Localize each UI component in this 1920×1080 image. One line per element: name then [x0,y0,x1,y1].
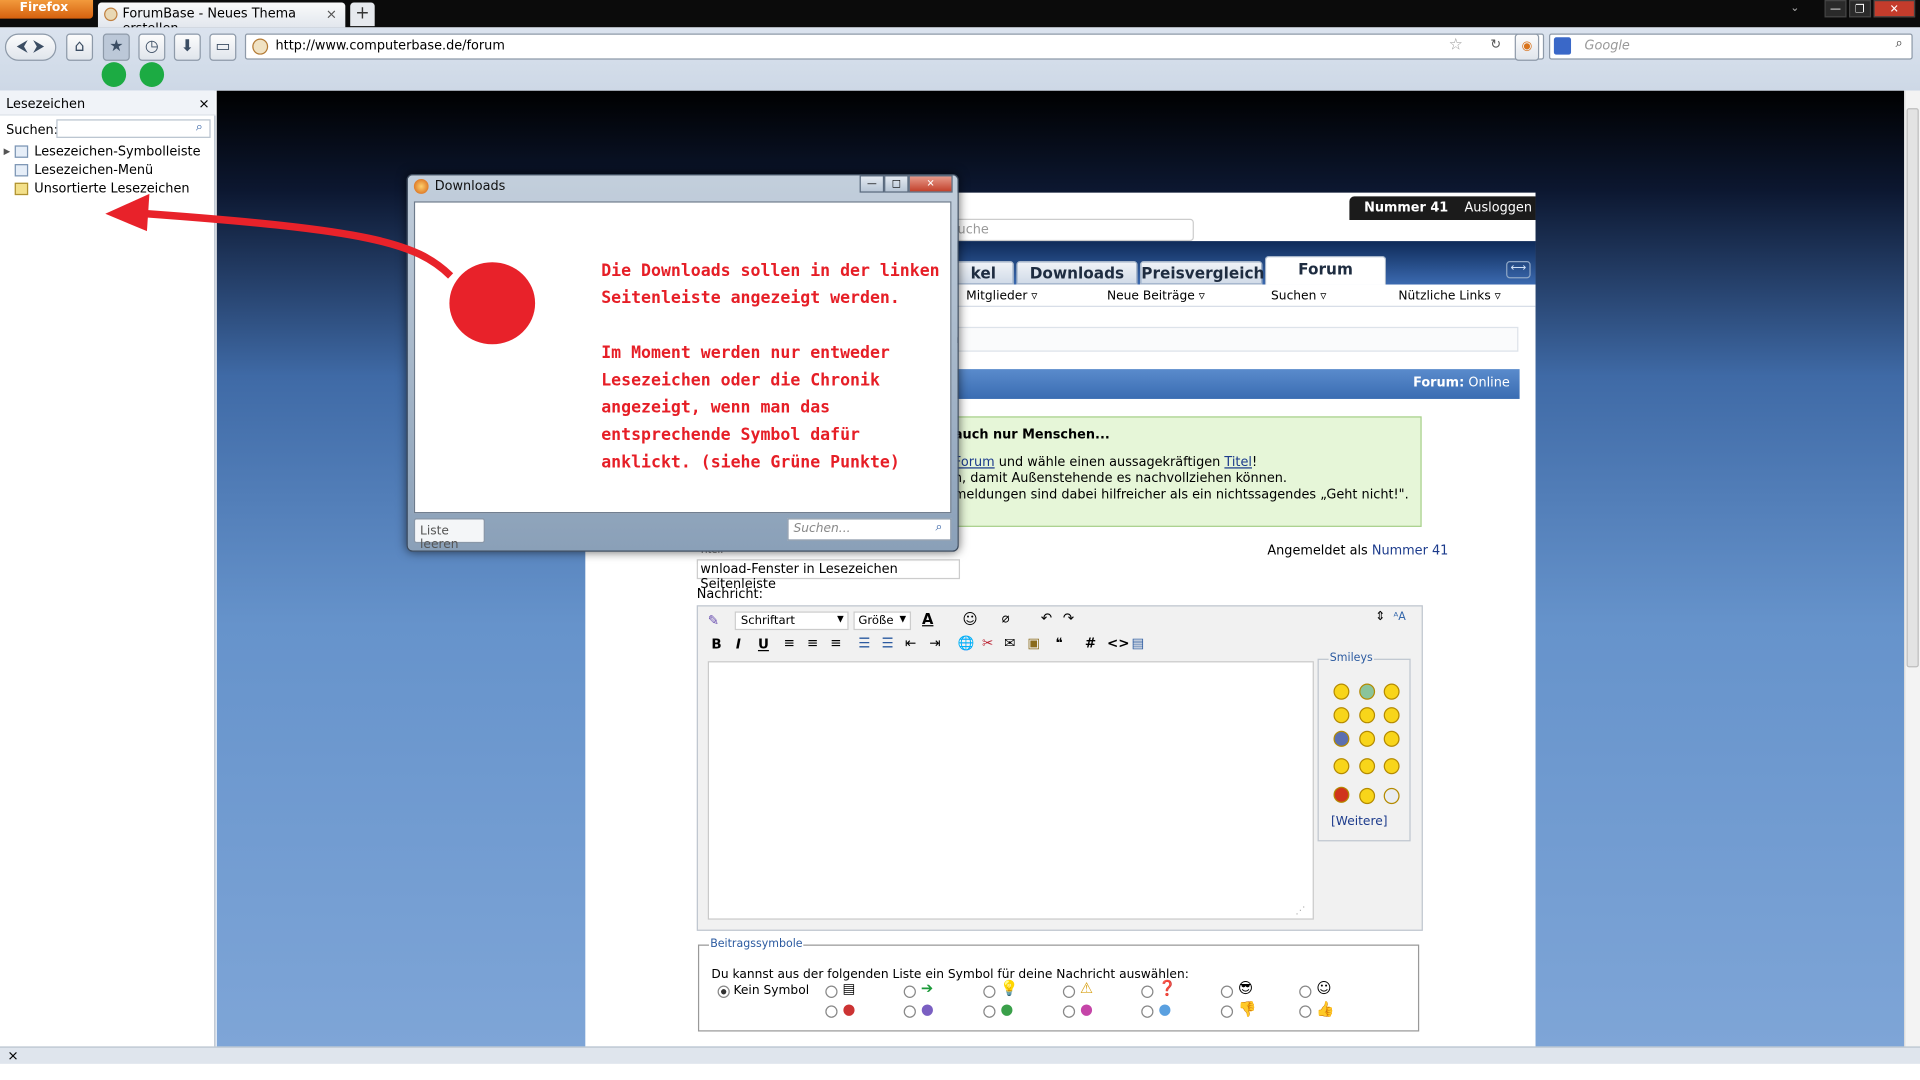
red-arrow-annotation [105,193,454,279]
red-arrow-line [146,210,454,279]
red-arrow-head [105,193,150,232]
addon-bar-close-icon[interactable]: × [7,1048,18,1064]
status-bar: × [0,1046,1920,1064]
